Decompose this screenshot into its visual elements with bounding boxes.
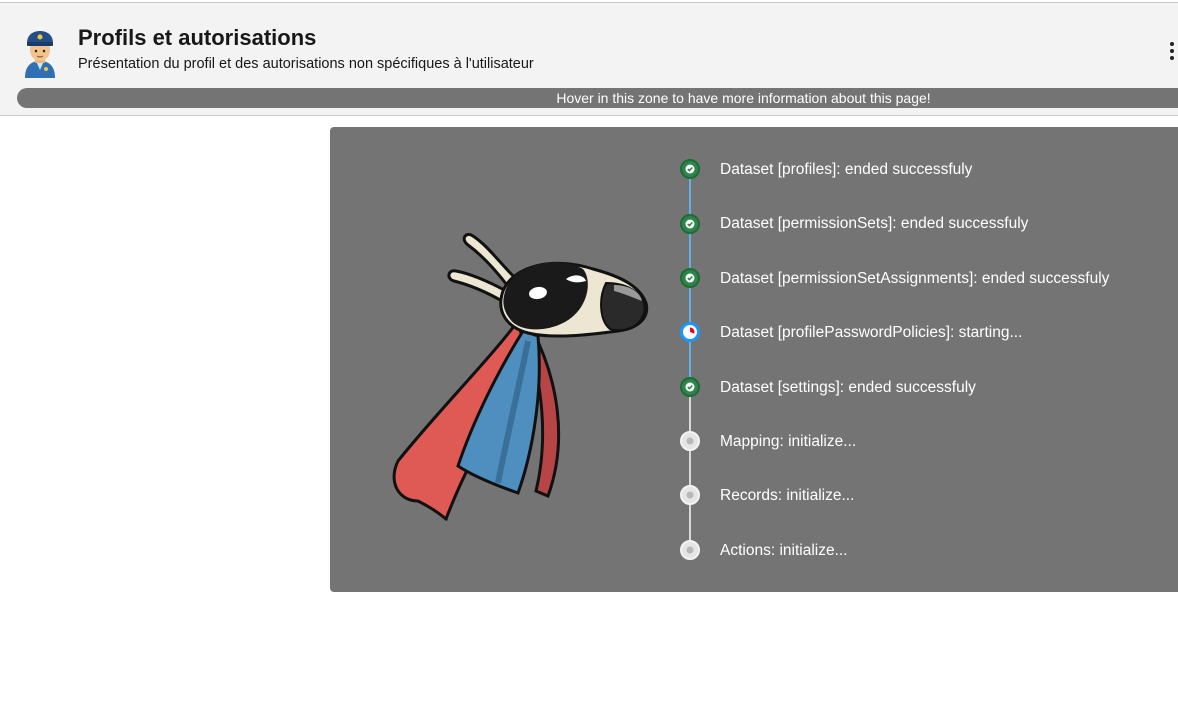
step-in-progress-icon — [680, 322, 700, 342]
police-officer-icon — [25, 31, 55, 78]
step-done-icon — [680, 159, 700, 179]
step-done-icon — [680, 214, 700, 234]
step-pending-icon — [680, 431, 700, 451]
page-header: Profils et autorisations Présentation du… — [0, 2, 1178, 116]
step-label: Dataset [settings]: ended successfuly — [720, 379, 976, 396]
loading-panel: Dataset [profiles]: ended successfuly Da… — [330, 127, 1178, 592]
page-title: Profils et autorisations — [78, 25, 317, 50]
step-done-icon — [680, 268, 700, 288]
step-label: Records: initialize... — [720, 487, 855, 504]
step-label: Dataset [profilePasswordPolicies]: start… — [720, 324, 1023, 341]
progress-steps: Dataset [profiles]: ended successfuly Da… — [330, 127, 1178, 592]
vertical-ellipsis-icon[interactable] — [1166, 40, 1178, 62]
page-subtitle: Présentation du profil et des autorisati… — [78, 56, 534, 72]
step-label: Dataset [permissionSetAssignments]: ende… — [720, 270, 1110, 287]
step-pending-icon — [680, 485, 700, 505]
step-connector-line — [689, 395, 691, 547]
step-label: Actions: initialize... — [720, 542, 848, 559]
step-done-icon — [680, 377, 700, 397]
step-label: Mapping: initialize... — [720, 433, 857, 450]
step-label: Dataset [profiles]: ended successfuly — [720, 161, 973, 178]
info-hover-text: Hover in this zone to have more informat… — [556, 90, 931, 106]
step-pending-icon — [680, 540, 700, 560]
info-hover-zone[interactable]: Hover in this zone to have more informat… — [17, 88, 1178, 108]
step-label: Dataset [permissionSets]: ended successf… — [720, 215, 1029, 232]
